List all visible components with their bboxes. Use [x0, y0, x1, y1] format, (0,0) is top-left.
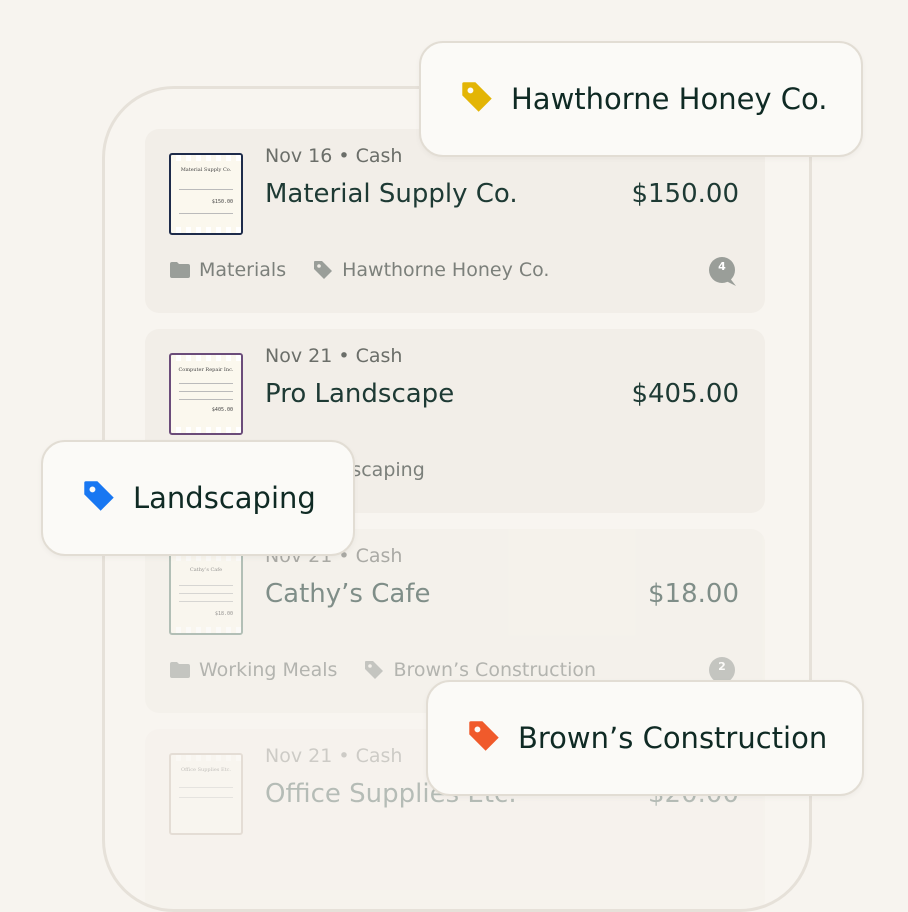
receipt-title: Office Supplies Etc. — [180, 767, 231, 773]
tag-icon — [363, 659, 385, 681]
transaction-merchant: Pro Landscape — [265, 379, 455, 409]
tag-icon — [459, 79, 495, 119]
transaction-tags: Materials Hawthorne Honey Co. — [169, 259, 549, 281]
receipt-total: $18.00 — [214, 611, 233, 617]
transaction-merchant: Material Supply Co. — [265, 179, 518, 209]
tag-label: Hawthorne Honey Co. — [342, 259, 550, 281]
tag-icon — [312, 259, 334, 281]
transaction-date-method: Nov 21 • Cash — [265, 745, 403, 767]
tag-label: Brown’s Construction — [393, 659, 597, 681]
receipt-title: Cathy’s Cafe — [189, 567, 223, 573]
receipt-thumbnail[interactable]: Computer Repair Inc. $405.00 — [169, 353, 243, 435]
receipt-title: Computer Repair Inc. — [178, 367, 234, 373]
transaction-merchant: Cathy’s Cafe — [265, 579, 431, 609]
tag-chip-browns[interactable]: Brown’s Construction — [426, 680, 864, 796]
tag-icon — [466, 718, 502, 758]
chip-label: Hawthorne Honey Co. — [511, 82, 828, 116]
receipt-total: $150.00 — [211, 199, 233, 205]
transaction-amount: $405.00 — [631, 379, 739, 409]
comment-count: 4 — [718, 260, 726, 273]
receipt-thumbnail[interactable]: Material Supply Co. $150.00 — [169, 153, 243, 235]
receipt-thumbnail[interactable]: Cathy’s Cafe $18.00 — [169, 553, 243, 635]
transaction-tags: Working Meals Brown’s Construction — [169, 659, 596, 681]
tag-icon — [81, 478, 117, 518]
tag-chip-landscaping[interactable]: Landscaping — [41, 440, 355, 556]
comment-count: 2 — [718, 660, 726, 673]
folder-icon — [169, 261, 191, 279]
receipt-title: Material Supply Co. — [180, 167, 232, 173]
transaction-amount: $150.00 — [631, 179, 739, 209]
receipt-thumbnail[interactable]: Office Supplies Etc. — [169, 753, 243, 835]
chip-label: Brown’s Construction — [518, 721, 828, 755]
transaction-amount: $18.00 — [648, 579, 739, 609]
transaction-date-method: Nov 16 • Cash — [265, 145, 403, 167]
comment-badge[interactable]: 4 — [709, 257, 739, 287]
category-label: Working Meals — [199, 659, 338, 681]
folder-icon — [169, 661, 191, 679]
chip-label: Landscaping — [133, 481, 316, 515]
tag-chip-hawthorne[interactable]: Hawthorne Honey Co. — [419, 41, 863, 157]
transaction-date-method: Nov 21 • Cash — [265, 345, 403, 367]
receipt-total: $405.00 — [211, 407, 233, 413]
category-label: Materials — [199, 259, 287, 281]
